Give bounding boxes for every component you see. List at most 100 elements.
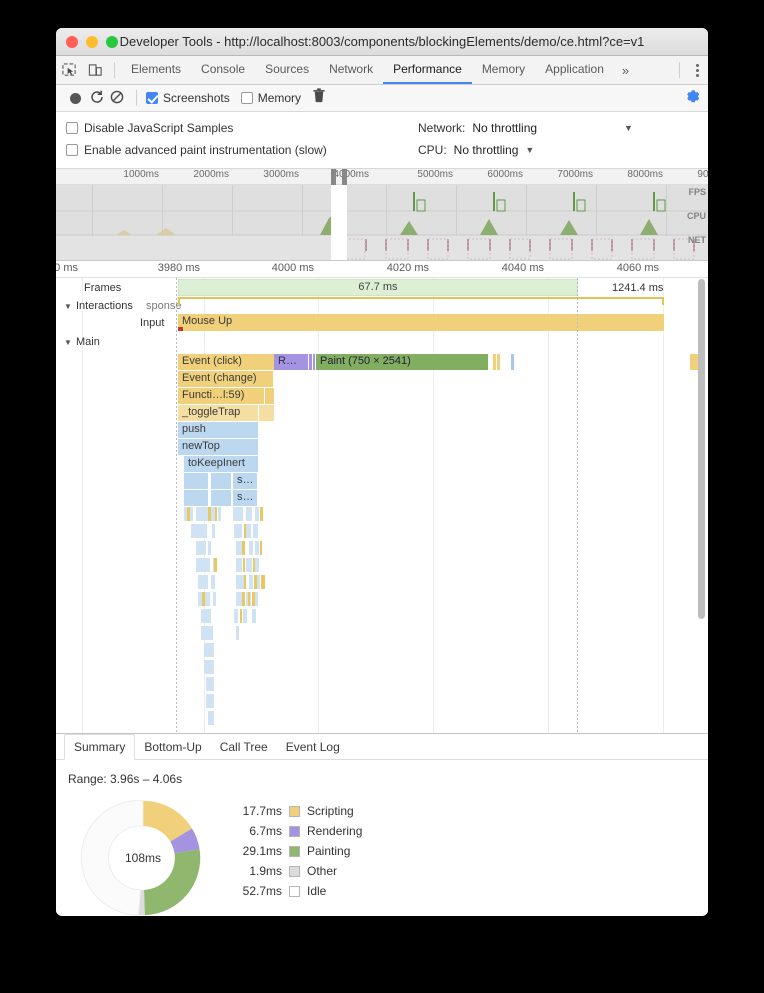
flame-bar-event-click-tail[interactable]	[260, 354, 274, 370]
flame-bar-recalc-style[interactable]: R…	[274, 354, 308, 370]
network-value[interactable]: No throttling	[472, 121, 537, 135]
legend-label-idle: Idle	[307, 884, 327, 898]
flame-bar-s-2[interactable]: s…	[233, 490, 257, 506]
disable-js-samples-box[interactable]	[66, 122, 78, 134]
timeline-scrollbar-thumb[interactable]	[698, 279, 705, 619]
close-button[interactable]	[66, 35, 78, 48]
frame-bar[interactable]: 67.7 ms	[178, 279, 578, 296]
settings-row-paint: Enable advanced paint instrumentation (s…	[66, 139, 698, 161]
overview-ruler: 1000ms 2000ms 3000ms 4000ms 5000ms 6000m…	[56, 169, 708, 185]
legend-item-rendering[interactable]: 6.7ms Rendering	[230, 821, 362, 841]
tab-overflow-icon[interactable]: »	[614, 56, 637, 84]
tab-summary[interactable]: Summary	[64, 734, 136, 760]
chevron-down-icon[interactable]: ▼	[64, 338, 72, 347]
cpu-throttling-control[interactable]: CPU: No throttling ▼	[418, 143, 534, 157]
timeline-scrollbar[interactable]	[698, 279, 707, 727]
reload-record-icon[interactable]	[89, 89, 107, 107]
legend-item-idle[interactable]: 52.7ms Idle	[230, 881, 362, 901]
tab-memory[interactable]: Memory	[472, 56, 535, 84]
minimize-button[interactable]	[86, 35, 98, 48]
flame-bar-function-call-tail[interactable]	[265, 388, 274, 404]
gear-icon[interactable]	[684, 88, 700, 109]
flame-bar-event-click[interactable]: Event (click)	[178, 354, 273, 370]
legend-value-rendering: 6.7ms	[249, 824, 282, 838]
device-toolbar-icon[interactable]	[82, 56, 108, 84]
paint-instrumentation-checkbox[interactable]: Enable advanced paint instrumentation (s…	[66, 143, 418, 157]
record-toolbar: Screenshots Memory	[56, 85, 708, 112]
capture-settings: Disable JavaScript Samples Network: No t…	[56, 112, 708, 169]
cpu-value[interactable]: No throttling	[454, 143, 519, 157]
selection-line-right[interactable]	[577, 278, 578, 733]
legend-swatch-idle	[289, 885, 300, 897]
timeline-overview[interactable]: 1000ms 2000ms 3000ms 4000ms 5000ms 6000m…	[56, 169, 708, 261]
row-expander-main[interactable]: ▼	[64, 336, 72, 348]
timeline-tick: 4040 ms	[501, 262, 544, 274]
frame-duration-label: 1241.4 ms	[612, 282, 664, 294]
tab-performance[interactable]: Performance	[383, 56, 472, 84]
overview-selection-window[interactable]	[331, 185, 347, 260]
traffic-lights	[56, 35, 118, 48]
flame-bar-sub-d[interactable]	[211, 490, 231, 506]
memory-checkbox[interactable]: Memory	[240, 91, 301, 105]
flame-bar-toggletrap-tail[interactable]	[259, 405, 274, 421]
selection-line-left[interactable]	[176, 278, 177, 733]
overview-selection-handle-left[interactable]	[331, 169, 336, 185]
flame-bar-push[interactable]: push	[178, 422, 258, 438]
tab-elements[interactable]: Elements	[121, 56, 191, 84]
flame-bar-paint[interactable]: Paint (750 × 2541)	[316, 354, 488, 370]
network-chevron-down-icon[interactable]: ▼	[624, 123, 633, 133]
legend-item-other[interactable]: 1.9ms Other	[230, 861, 362, 881]
legend-value-scripting: 17.7ms	[242, 804, 282, 818]
tab-call-tree[interactable]: Call Tree	[211, 734, 277, 759]
flame-bar-s-1[interactable]: s…	[233, 473, 257, 489]
disable-js-samples-checkbox[interactable]: Disable JavaScript Samples	[66, 121, 418, 135]
paint-instrumentation-box[interactable]	[66, 144, 78, 156]
summary-donut-chart[interactable]: 108ms	[78, 798, 208, 916]
flame-bar-layout-sliver[interactable]	[309, 354, 312, 370]
range-label: Range: 3.96s – 4.06s	[68, 772, 183, 786]
flame-bar-toggletrap[interactable]: _toggleTrap	[178, 405, 258, 421]
legend-value-painting: 29.1ms	[242, 844, 282, 858]
overview-tick: 3000ms	[263, 169, 299, 180]
memory-checkbox-box[interactable]	[240, 92, 253, 104]
flame-chart-panel[interactable]: 0 ms 3980 ms 4000 ms 4020 ms 4040 ms 406…	[56, 261, 708, 733]
tab-sources[interactable]: Sources	[255, 56, 319, 84]
tab-network[interactable]: Network	[319, 56, 383, 84]
more-vertical-icon[interactable]	[686, 56, 708, 84]
record-icon[interactable]	[70, 92, 81, 104]
flame-chart-deep-stack[interactable]	[56, 507, 708, 733]
flame-bar-event-change[interactable]: Event (change)	[178, 371, 273, 387]
inspect-element-icon[interactable]	[56, 56, 82, 84]
network-throttling-control[interactable]: Network: No throttling ▼	[418, 121, 633, 135]
flame-bar-function-call[interactable]: Functi…l:59)	[178, 388, 264, 404]
maximize-button[interactable]	[106, 35, 118, 48]
donut-center-label: 108ms	[124, 851, 162, 865]
tab-application[interactable]: Application	[535, 56, 614, 84]
summary-body: 108ms 17.7ms Scripting 6.7ms Rendering 2…	[56, 786, 708, 916]
flame-bar-sub-a[interactable]	[184, 473, 208, 489]
legend-item-scripting[interactable]: 17.7ms Scripting	[230, 801, 362, 821]
flame-bar-sub-c[interactable]	[184, 490, 208, 506]
toolbar-divider-right	[679, 62, 680, 78]
overview-tick: 1000ms	[123, 169, 159, 180]
trash-icon[interactable]	[312, 88, 326, 108]
flame-bar-layout-sliver-2[interactable]	[313, 354, 315, 370]
screenshots-checkbox-box[interactable]	[146, 92, 158, 104]
flame-bar-newtop[interactable]: newTop	[178, 439, 258, 455]
flame-bar-tokeepinert[interactable]: toKeepInert	[184, 456, 258, 472]
clear-icon[interactable]	[109, 89, 127, 107]
chevron-down-icon[interactable]: ▼	[64, 302, 72, 311]
flame-bar-sliver-c[interactable]	[511, 354, 514, 370]
flame-bar-sub-b[interactable]	[211, 473, 231, 489]
flame-bar-sliver-b[interactable]	[497, 354, 500, 370]
overview-selection-handle-right[interactable]	[342, 169, 347, 185]
tab-bottom-up[interactable]: Bottom-Up	[135, 734, 210, 759]
legend-item-painting[interactable]: 29.1ms Painting	[230, 841, 362, 861]
cpu-chevron-down-icon[interactable]: ▼	[525, 145, 534, 155]
tab-event-log[interactable]: Event Log	[277, 734, 349, 759]
row-expander-interactions[interactable]: ▼	[64, 300, 72, 312]
flame-bar-sliver-a[interactable]	[493, 354, 496, 370]
input-event-bar[interactable]: Mouse Up	[178, 314, 664, 331]
tab-console[interactable]: Console	[191, 56, 255, 84]
screenshots-checkbox[interactable]: Screenshots	[146, 91, 230, 105]
